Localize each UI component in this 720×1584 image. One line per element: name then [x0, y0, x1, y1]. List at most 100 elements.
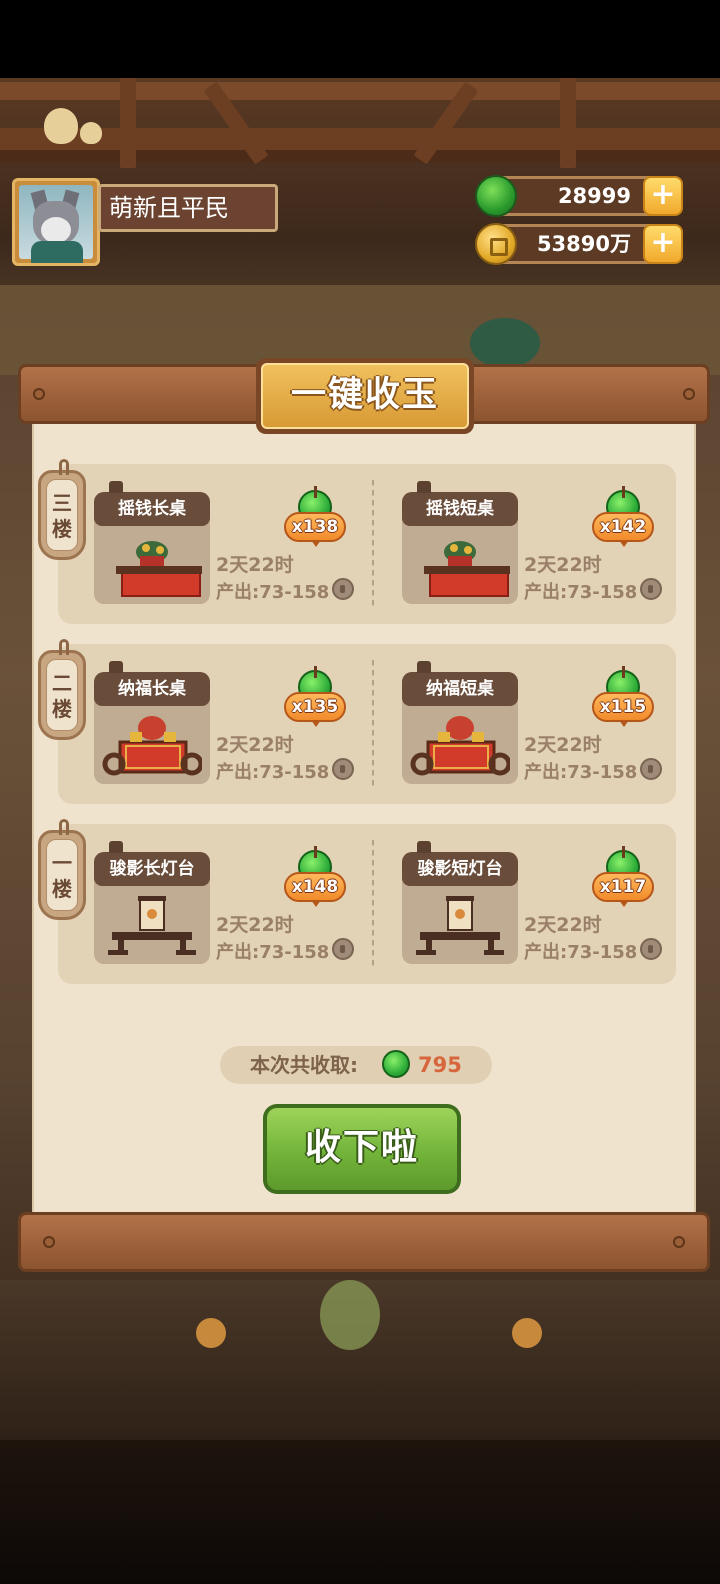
plant-decoration: [470, 318, 540, 368]
coin-amount: 53890万: [536, 232, 631, 256]
background-floor-dark: [0, 1440, 720, 1584]
furniture-card: 纳福短桌: [402, 672, 518, 784]
roof-truss: [120, 78, 136, 168]
add-coin-button[interactable]: +: [643, 224, 683, 264]
furniture-item[interactable]: 摇钱短桌 x142 2天22时 产出:73-158: [366, 464, 666, 624]
jade-reward-badge: x142: [592, 486, 656, 554]
game-scene: 萌新且平民 28999 + 53890万 + 一键收玉 摇钱长桌 x138 2天…: [0, 0, 720, 1584]
furniture-item[interactable]: 骏影长灯台 x148 2天22时 产出:73-158: [58, 824, 358, 984]
coin-icon: [332, 758, 354, 780]
furniture-name: 摇钱短桌: [402, 492, 518, 526]
floor-row-2: 纳福长桌 x135 2天22时 产出:73-158 纳福短桌 x115 2天22…: [58, 644, 676, 804]
badge-pointer: [619, 540, 629, 547]
furniture-card: 摇钱短桌: [402, 492, 518, 604]
money-tree-table-icon: [116, 541, 202, 597]
jade-reward-count: x135: [284, 692, 346, 722]
card-hanger: [109, 481, 123, 493]
floor-label: 三楼: [46, 479, 78, 551]
jade-resource-bar: 28999 +: [475, 175, 683, 217]
character-silhouette: [320, 1280, 380, 1350]
furniture-item[interactable]: 骏影短灯台 x117 2天22时 产出:73-158: [366, 824, 666, 984]
roof-beam: [0, 82, 720, 100]
lamp-stand-icon: [416, 896, 504, 955]
add-jade-button[interactable]: +: [643, 176, 683, 216]
card-hanger: [417, 841, 431, 853]
nail-icon: [673, 1236, 685, 1248]
tag-hook: [59, 639, 69, 655]
fortune-table-icon: [102, 716, 202, 776]
badge-pointer: [619, 720, 629, 727]
furniture-card: 摇钱长桌: [94, 492, 210, 604]
nail-icon: [683, 388, 695, 400]
jade-icon: [475, 175, 517, 217]
jade-reward-count: x148: [284, 872, 346, 902]
floor-tag-2: 二楼: [38, 639, 86, 740]
floor-row-3: 摇钱长桌 x138 2天22时 产出:73-158 摇钱短桌 x142 2天22…: [58, 464, 676, 624]
remaining-time: 2天22时: [216, 554, 294, 576]
roof-beam: [0, 150, 720, 162]
remaining-time: 2天22时: [524, 914, 602, 936]
coin-resource-bar: 53890万 +: [475, 223, 683, 265]
coin-icon: [640, 578, 662, 600]
output-range: 产出:73-158: [524, 582, 638, 603]
total-value: 795: [418, 1053, 462, 1077]
jade-reward-badge: x117: [592, 846, 656, 914]
remaining-time: 2天22时: [216, 734, 294, 756]
floor-label: 一楼: [46, 839, 78, 911]
player-avatar[interactable]: [12, 178, 100, 266]
output-range: 产出:73-158: [216, 942, 330, 963]
jade-reward-count: x138: [284, 512, 346, 542]
total-collected: 本次共收取: 795: [220, 1046, 492, 1084]
collect-button-label: 收下啦: [267, 1108, 457, 1190]
output-range: 产出:73-158: [524, 762, 638, 783]
player-name: 萌新且平民: [98, 184, 278, 232]
lamp-stand-icon: [108, 896, 196, 955]
avatar-image: [19, 185, 93, 263]
card-hanger: [109, 661, 123, 673]
furniture-item[interactable]: 纳福短桌 x115 2天22时 产出:73-158: [366, 644, 666, 804]
tag-hook: [59, 819, 69, 835]
coin-icon: [640, 758, 662, 780]
floor-tag-1: 一楼: [38, 819, 86, 920]
jade-reward-count: x115: [592, 692, 654, 722]
panel-title: 一键收玉: [261, 363, 469, 429]
coin-icon: [332, 938, 354, 960]
jade-reward-count: x117: [592, 872, 654, 902]
total-label: 本次共收取:: [250, 1053, 358, 1077]
lantern-decoration: [196, 1318, 226, 1348]
jade-amount: 28999: [557, 184, 631, 208]
floor-label: 二楼: [46, 659, 78, 731]
lantern-decoration: [512, 1318, 542, 1348]
avatar-face: [41, 217, 71, 243]
chick-decoration: [44, 108, 78, 144]
furniture-card: 纳福长桌: [94, 672, 210, 784]
furniture-card: 骏影短灯台: [402, 852, 518, 964]
output-range: 产出:73-158: [216, 582, 330, 603]
floor-tag-3: 三楼: [38, 459, 86, 560]
furniture-item[interactable]: 摇钱长桌 x138 2天22时 产出:73-158: [58, 464, 358, 624]
furniture-name: 纳福短桌: [402, 672, 518, 706]
chick-decoration: [80, 122, 102, 144]
jade-reward-badge: x135: [284, 666, 348, 734]
tag-hook: [59, 459, 69, 475]
money-tree-table-icon: [424, 541, 510, 597]
collect-button[interactable]: 收下啦: [263, 1104, 461, 1194]
jade-reward-badge: x115: [592, 666, 656, 734]
roof-truss: [560, 78, 576, 168]
badge-pointer: [311, 900, 321, 907]
furniture-name: 纳福长桌: [94, 672, 210, 706]
panel-title-plaque: 一键收玉: [256, 358, 474, 434]
jade-reward-badge: x148: [284, 846, 348, 914]
card-hanger: [417, 661, 431, 673]
badge-pointer: [311, 720, 321, 727]
scroll-bottom-rail: [18, 1212, 710, 1272]
coin-icon: [475, 223, 517, 265]
remaining-time: 2天22时: [216, 914, 294, 936]
furniture-item[interactable]: 纳福长桌 x135 2天22时 产出:73-158: [58, 644, 358, 804]
jade-reward-badge: x138: [284, 486, 348, 554]
card-hanger: [417, 481, 431, 493]
floor-row-1: 骏影长灯台 x148 2天22时 产出:73-158 骏影短灯台 x117 2天…: [58, 824, 676, 984]
jade-icon: [382, 1050, 410, 1078]
remaining-time: 2天22时: [524, 734, 602, 756]
nail-icon: [43, 1236, 55, 1248]
